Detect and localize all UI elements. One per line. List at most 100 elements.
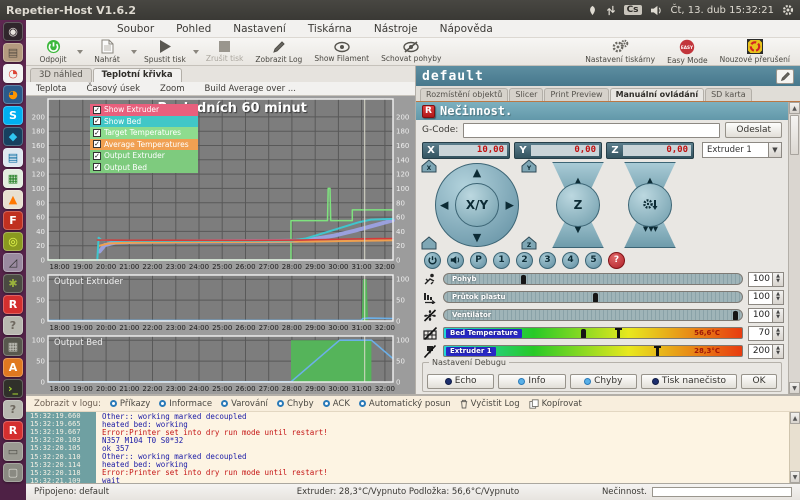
park-button[interactable]: P	[470, 252, 487, 269]
flow-spinner[interactable]: 100▲▼	[748, 290, 784, 305]
scroll-up-icon[interactable]: ▲	[790, 412, 800, 424]
extruder-temp-spinner[interactable]: 200▲▼	[748, 344, 784, 359]
debug-info-button[interactable]: Info	[498, 374, 565, 389]
clock[interactable]: Čt, 13. dub 15:32:21	[671, 5, 774, 16]
launcher-item[interactable]: ▲	[3, 190, 23, 209]
preset-4-button[interactable]: 4	[562, 252, 579, 269]
speed-spinner[interactable]: 100▲▼	[748, 272, 784, 287]
panel-scrollbar[interactable]: ▲ ▼	[788, 102, 800, 394]
log-filter-toggle[interactable]: Chyby	[277, 399, 314, 409]
menu-soubor[interactable]: Soubor	[106, 23, 165, 35]
fan-spinner[interactable]: 100▲▼	[748, 308, 784, 323]
legend-item[interactable]: ✓ Output Bed	[90, 162, 198, 174]
log-filter-toggle[interactable]: Příkazy	[110, 399, 150, 409]
legend-checkbox-checked[interactable]: ✓	[93, 129, 101, 137]
launcher-item[interactable]: ◕	[3, 85, 23, 104]
bed-temp-spinner[interactable]: 70▲▼	[748, 326, 784, 341]
menu-napoveda[interactable]: Nápověda	[429, 23, 504, 35]
launcher-item[interactable]: A	[3, 358, 23, 377]
legend-item[interactable]: ✓ Target Temperatures	[90, 127, 198, 139]
tab-object-placement[interactable]: Rozmístění objektů	[420, 88, 508, 101]
menu-teplota[interactable]: Teplota	[26, 84, 76, 94]
slider-thumb[interactable]	[581, 329, 586, 339]
home-z-button[interactable]: Z	[521, 236, 537, 250]
menu-nastaveni[interactable]: Nastavení	[222, 23, 297, 35]
scroll-down-icon[interactable]: ▼	[790, 471, 800, 483]
legend-checkbox-checked[interactable]: ✓	[93, 106, 101, 114]
spinner-arrows-icon[interactable]: ▲▼	[772, 291, 783, 304]
speed-multiplier-slider[interactable]: Pohyb	[443, 273, 743, 285]
volume-icon[interactable]	[650, 5, 663, 16]
z-pad-center[interactable]: Z	[556, 183, 600, 227]
menu-casovy-usek[interactable]: Časový úsek	[76, 84, 150, 94]
keyboard-layout-indicator[interactable]: Cs	[624, 5, 642, 15]
slider-thumb[interactable]	[593, 293, 598, 303]
help-button[interactable]: ?	[608, 252, 625, 269]
jog-x-plus-icon[interactable]: ▶	[506, 199, 514, 212]
jog-y-plus-icon[interactable]: ▲	[473, 166, 481, 179]
launcher-item[interactable]: ◉	[3, 22, 23, 41]
debug-ok-button[interactable]: OK	[741, 374, 777, 389]
home-y-button[interactable]: Y	[521, 159, 537, 173]
log-filter-toggle[interactable]: Informace	[159, 399, 212, 409]
start-print-button[interactable]: Spustit tisk	[138, 38, 192, 65]
legend-item[interactable]: ✓ Show Extruder	[90, 104, 198, 116]
spinner-arrows-icon[interactable]: ▲▼	[772, 309, 783, 322]
log-filter-toggle[interactable]: Automatický posun	[359, 399, 451, 409]
menu-nastroje[interactable]: Nástroje	[363, 23, 429, 35]
fan-speed-slider[interactable]: Ventilátor	[443, 309, 743, 321]
printer-settings-button[interactable]: Nastavení tiskárny	[579, 38, 661, 65]
tab-manual-control[interactable]: Manuální ovládání	[610, 88, 705, 101]
dropdown-caret-icon[interactable]	[77, 50, 83, 54]
launcher-item[interactable]: ?	[3, 316, 23, 335]
motors-off-button[interactable]	[447, 252, 464, 269]
tab-slicer[interactable]: Slicer	[509, 88, 543, 101]
scroll-down-icon[interactable]: ▼	[789, 382, 800, 394]
menu-zoom[interactable]: Zoom	[150, 84, 195, 94]
tab-sd-card[interactable]: SD karta	[705, 88, 752, 101]
preset-2-button[interactable]: 2	[516, 252, 533, 269]
show-log-button[interactable]: Zobrazit Log	[249, 39, 308, 65]
legend-item[interactable]: ✓ Output Extruder	[90, 150, 198, 162]
dropdown-caret-icon[interactable]	[193, 50, 199, 54]
menu-tiskarna[interactable]: Tiskárna	[297, 23, 363, 35]
show-filament-button[interactable]: Show Filament	[308, 40, 375, 64]
send-gcode-button[interactable]: Odeslat	[725, 122, 782, 138]
network-updown-icon[interactable]	[606, 5, 616, 16]
preset-1-button[interactable]: 1	[493, 252, 510, 269]
power-button[interactable]	[424, 252, 441, 269]
spinner-arrows-icon[interactable]: ▲▼	[772, 273, 783, 286]
preset-5-button[interactable]: 5	[585, 252, 602, 269]
extruder-select[interactable]: Extruder 1 ▼	[702, 142, 782, 158]
legend-checkbox-checked[interactable]: ✓	[93, 152, 101, 160]
xy-jog-pad[interactable]: ▲ ▼ ◀ ▶ X/Y	[435, 163, 519, 247]
launcher-item[interactable]: ?	[3, 400, 23, 419]
extruder-pad-center[interactable]	[628, 183, 672, 227]
legend-checkbox-checked[interactable]: ✓	[93, 117, 101, 125]
launcher-item[interactable]: ◆	[3, 127, 23, 146]
launcher-item[interactable]: ▤	[3, 43, 23, 62]
xy-pad-center[interactable]: X/Y	[455, 183, 499, 227]
launcher-item[interactable]: ◎	[3, 232, 23, 251]
tab-print-preview[interactable]: Print Preview	[544, 88, 608, 101]
launcher-item[interactable]: ▢	[3, 463, 23, 482]
slider-thumb[interactable]	[521, 275, 526, 285]
launcher-item[interactable]: ◔	[3, 64, 23, 83]
legend-item[interactable]: ✓ Average Temperatures	[90, 139, 198, 151]
scroll-up-icon[interactable]: ▲	[789, 102, 800, 114]
edit-profile-button[interactable]	[776, 69, 794, 84]
easy-mode-button[interactable]: EASY Easy Mode	[661, 38, 714, 66]
log-filter-toggle[interactable]: Varování	[221, 399, 268, 409]
tray-app-icon[interactable]	[587, 5, 598, 16]
gcode-input[interactable]	[463, 123, 720, 138]
launcher-item[interactable]: R	[3, 421, 23, 440]
preset-3-button[interactable]: 3	[539, 252, 556, 269]
emergency-stop-button[interactable]: Nouzové přerušení	[714, 38, 796, 65]
clear-log-button[interactable]: Vyčistit Log	[460, 399, 520, 409]
launcher-item[interactable]: ›_	[3, 379, 23, 398]
launcher-item[interactable]: ▤	[3, 148, 23, 167]
scrollbar-thumb[interactable]	[790, 115, 799, 155]
jog-y-minus-icon[interactable]: ▼	[473, 231, 481, 244]
extruder-temperature-slider[interactable]: Extruder 1 28,3°C	[443, 345, 743, 357]
load-button[interactable]: Nahrát	[84, 38, 130, 65]
